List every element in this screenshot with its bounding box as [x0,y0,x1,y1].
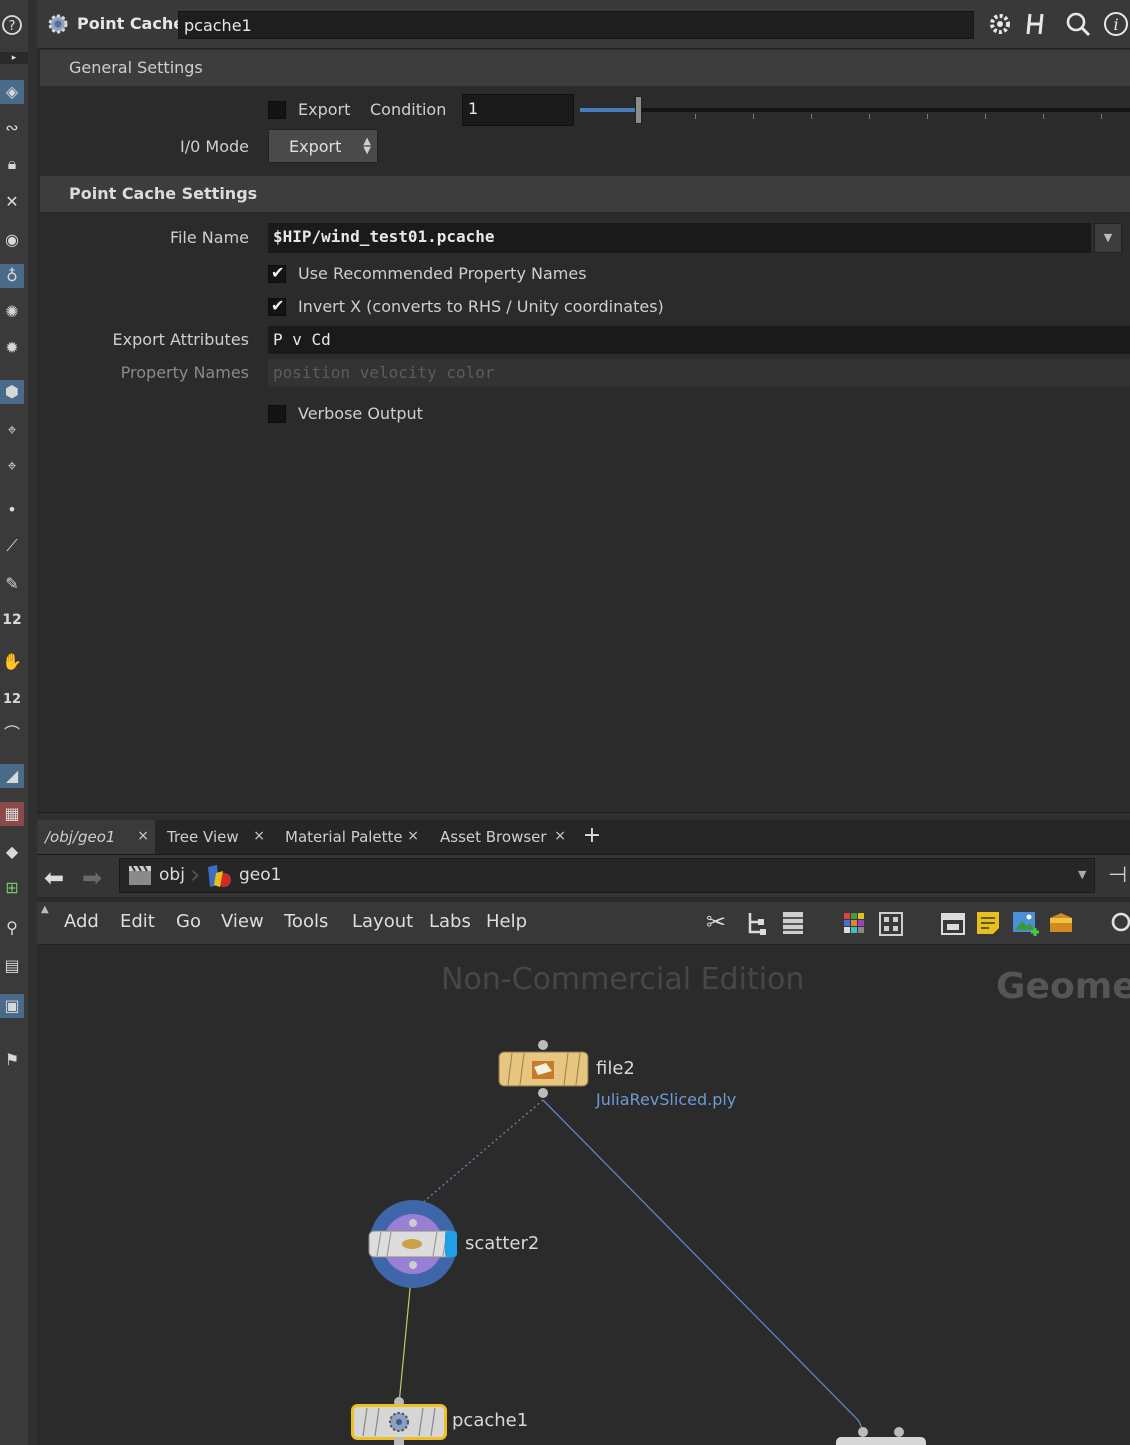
merge-node[interactable] [836,1437,926,1445]
wire-file2-scatter2 [413,1099,544,1211]
node-wires [398,1099,863,1433]
input-connector[interactable] [538,1040,548,1050]
output-connector[interactable] [538,1088,548,1098]
scatter2-node[interactable] [367,1199,459,1291]
file2-node-subtitle: JuliaRevSliced.ply [596,1090,737,1109]
input-connector[interactable] [858,1427,868,1437]
file2-node[interactable] [498,1051,590,1087]
pcache1-node-label: pcache1 [452,1410,529,1431]
file2-node-label: file2 [596,1058,635,1079]
input-connector[interactable] [894,1427,904,1437]
output-connector[interactable] [394,1437,404,1445]
scatter2-node-label: scatter2 [465,1233,540,1254]
pcache1-node[interactable] [351,1404,447,1440]
wire-file2-offscreen [542,1099,863,1433]
